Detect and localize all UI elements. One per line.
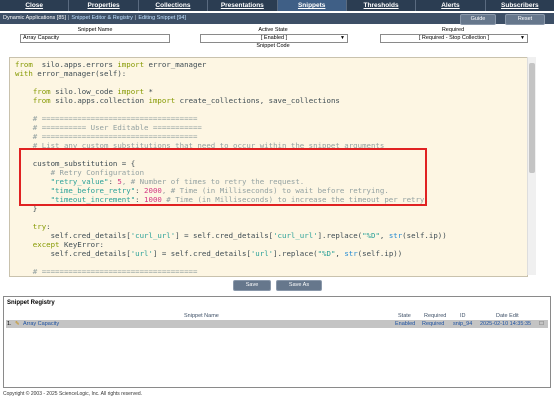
col-state[interactable]: State — [398, 313, 411, 319]
snippet-form: Snippet Name Array Capacity Active State… — [0, 26, 554, 50]
code-line: from silo.apps.collection import create_… — [32, 96, 340, 105]
col-snippet-name[interactable]: Snippet Name — [184, 313, 219, 319]
col-date-edit[interactable]: Date Edit — [496, 313, 519, 319]
col-required[interactable]: Required — [424, 313, 446, 319]
code-line: with error_manager(self): — [15, 69, 127, 78]
breadcrumb-editor[interactable]: Snippet Editor & Registry — [71, 15, 132, 21]
chevron-down-icon: ▼ — [520, 35, 525, 41]
copyright-footer: Copyright © 2003 - 2025 ScienceLogic, In… — [3, 391, 143, 397]
checkbox-icon[interactable]: ☐ — [539, 320, 544, 328]
tab-bar: Close Properties Collections Presentatio… — [0, 0, 554, 11]
code-line: try: — [15, 222, 51, 231]
save-button[interactable]: Save — [233, 280, 271, 291]
active-state-value: [ Enabled ] — [260, 35, 288, 41]
snippet-name-label: Snippet Name — [77, 27, 113, 33]
wrench-icon[interactable]: ✎ — [15, 320, 20, 328]
snippet-code-label: Snippet Code — [256, 43, 290, 49]
breadcrumb-app[interactable]: Dynamic Applications [85] — [3, 15, 66, 21]
code-line: from silo.low_code import * — [32, 87, 153, 96]
required-label: Required — [441, 27, 465, 33]
tab-collections[interactable]: Collections — [139, 0, 209, 11]
row-date: 2025-02-10 14:35:35 — [480, 321, 532, 327]
row-state: Enabled — [395, 321, 416, 327]
code-line: # =================================== — [15, 132, 198, 141]
code-line: from silo.apps.errors import error_manag… — [15, 60, 207, 69]
row-id: snip_94 — [453, 321, 473, 327]
breadcrumb: Dynamic Applications [85] | Snippet Editor… — [3, 13, 186, 24]
tab-subscribers[interactable]: Subscribers — [486, 0, 554, 11]
code-line: # ======== End User Editable ========= — [15, 276, 447, 277]
tab-close[interactable]: Close — [0, 0, 70, 11]
breadcrumb-bar: Dynamic Applications [85] | Snippet Editor… — [0, 13, 554, 25]
scrollbar-thumb[interactable] — [529, 63, 535, 173]
highlight-box — [19, 148, 427, 206]
breadcrumb-separator: | — [134, 15, 137, 21]
reset-button[interactable]: Reset — [505, 14, 545, 25]
row-index: 1. — [7, 321, 12, 327]
tab-thresholds[interactable]: Thresholds — [347, 0, 417, 11]
code-line: # =================================== — [15, 267, 198, 276]
breadcrumb-separator: | — [67, 15, 70, 21]
code-line: self.cred_details['curl_url'] = self.cre… — [15, 231, 447, 240]
tab-alerts[interactable]: Alerts — [416, 0, 486, 11]
tab-presentations[interactable]: Presentations — [208, 0, 278, 11]
row-snippet-name[interactable]: Array Capacity — [23, 320, 59, 328]
code-line: self.cred_details['url'] = self.cred_det… — [15, 249, 403, 258]
breadcrumb-editing: Editing Snippet [94] — [138, 15, 187, 21]
registry-title: Snippet Registry — [7, 300, 55, 306]
active-state-label: Active State — [258, 27, 288, 33]
col-id[interactable]: ID — [460, 313, 466, 319]
table-row[interactable]: 1. ✎ Array Capacity Enabled Required sni… — [6, 320, 548, 328]
required-value: [ Required - Stop Collection ] — [418, 35, 490, 41]
guide-button[interactable]: Guide — [460, 14, 496, 25]
code-line: except KeyError: — [15, 240, 104, 249]
code-scrollbar[interactable] — [527, 57, 536, 275]
code-line: # =================================== — [15, 114, 198, 123]
tab-properties[interactable]: Properties — [69, 0, 139, 11]
tab-snippets[interactable]: Snippets — [277, 0, 347, 11]
chevron-down-icon: ▼ — [340, 35, 345, 41]
code-line: # ========== User Editable =========== — [15, 123, 202, 132]
active-state-select[interactable]: [ Enabled ] ▼ — [200, 34, 348, 43]
snippet-name-input[interactable]: Array Capacity — [20, 34, 170, 43]
save-as-button[interactable]: Save As — [276, 280, 322, 291]
row-required: Required — [422, 321, 445, 327]
required-select[interactable]: [ Required - Stop Collection ] ▼ — [380, 34, 528, 43]
snippet-registry: Snippet Registry Snippet Name State Requ… — [3, 296, 551, 388]
